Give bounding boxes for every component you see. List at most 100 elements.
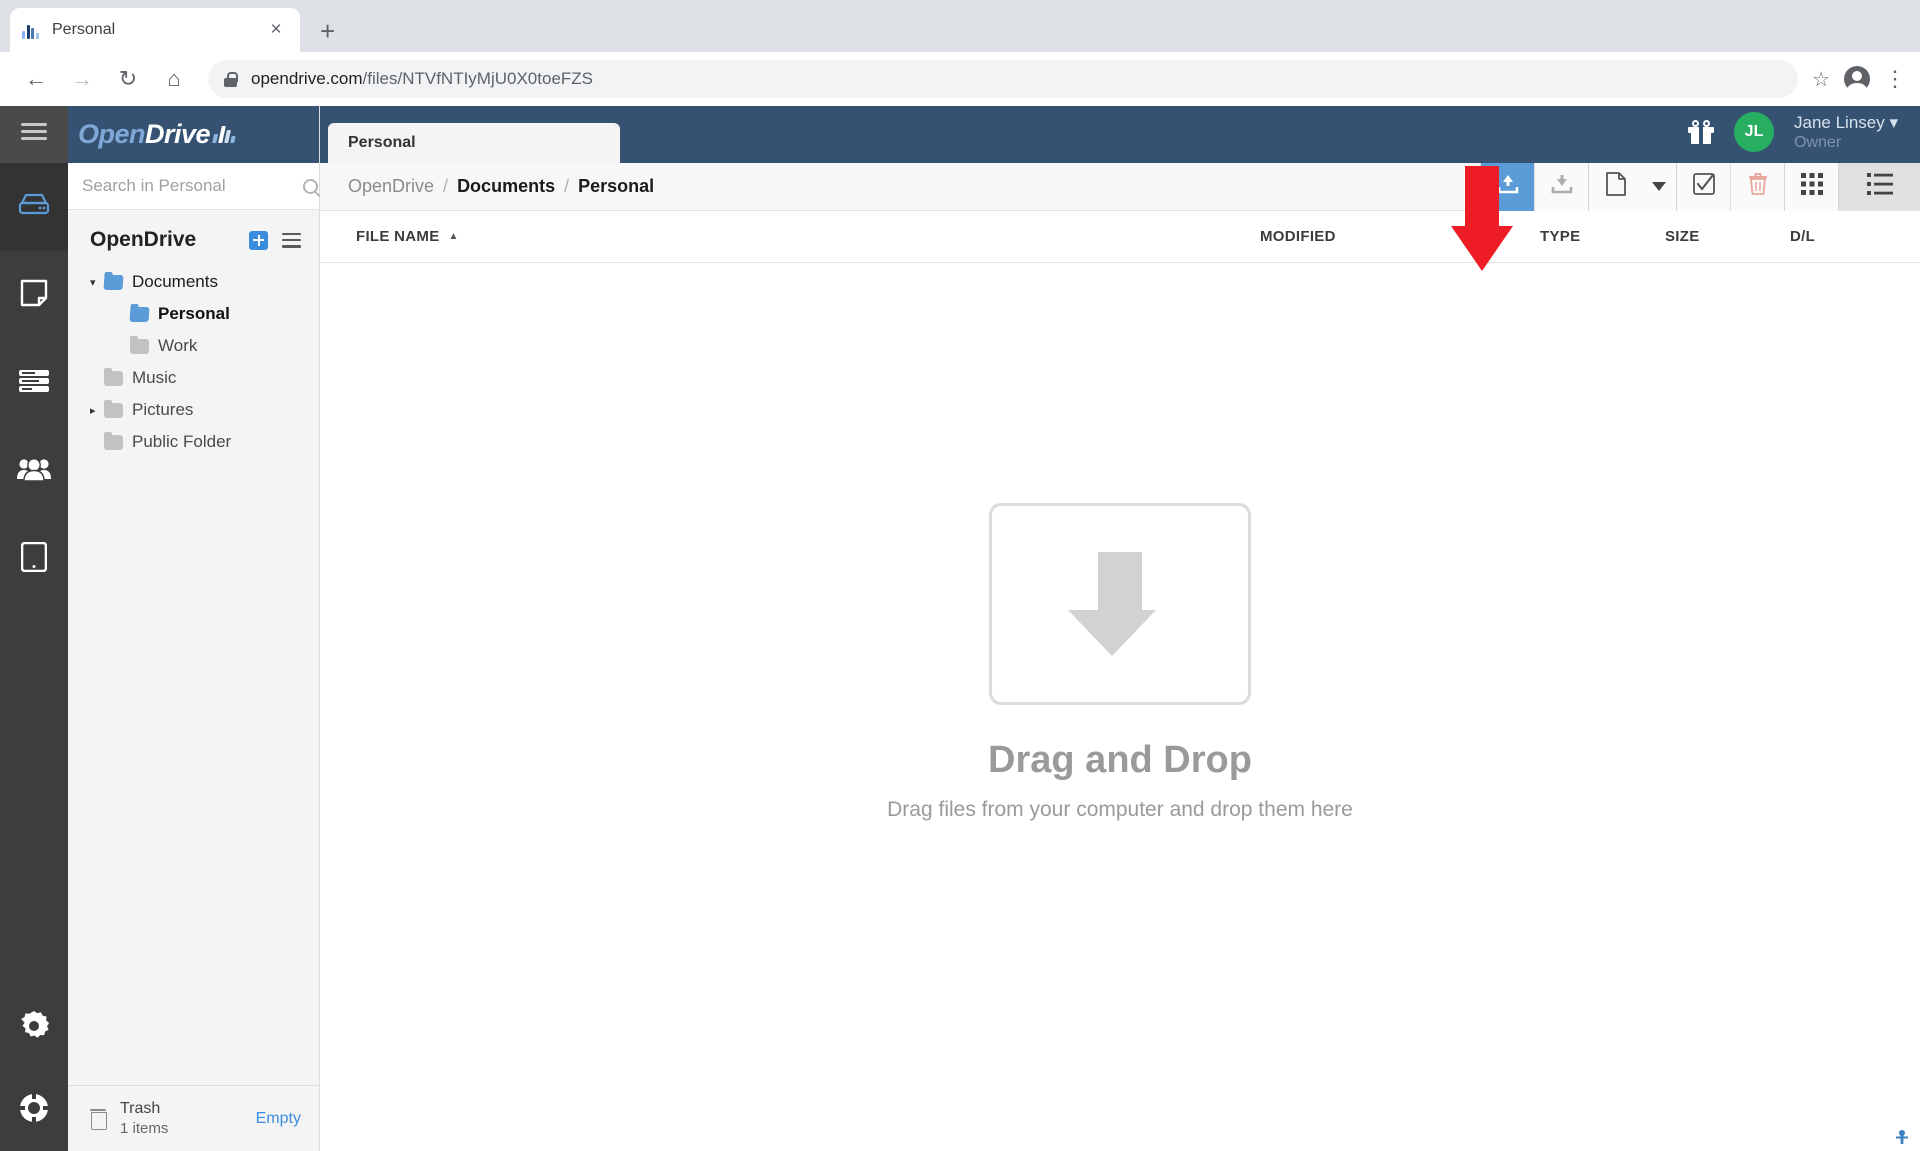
column-header-type[interactable]: TYPE [1540, 228, 1665, 245]
rail-item-drive[interactable] [0, 163, 68, 251]
tree-item-personal[interactable]: Personal [68, 298, 319, 330]
folder-icon [130, 335, 149, 354]
sort-ascending-icon: ▲ [448, 231, 459, 242]
sidebar-header: OpenDrive [68, 210, 319, 266]
table-column-headers: FILE NAME ▲ MODIFIED TYPE SIZE D/L [320, 211, 1920, 263]
folder-icon [129, 306, 150, 322]
users-icon [17, 457, 51, 486]
list-icon [1866, 173, 1893, 200]
caret-collapsed-icon[interactable]: ▸ [90, 404, 104, 417]
folder-icon [103, 274, 124, 290]
sidebar-menu-icon[interactable] [282, 232, 301, 248]
rail-item-notes[interactable] [0, 251, 68, 339]
rail-menu-button[interactable] [0, 106, 68, 163]
tree-item-public-folder[interactable]: Public Folder [68, 426, 319, 458]
reload-icon[interactable]: ↻ [108, 59, 148, 99]
logo-drive: Drive [145, 119, 211, 149]
new-tab-button[interactable]: + [320, 18, 335, 44]
logo-open: Open [78, 119, 146, 149]
tree-item-documents[interactable]: ▾ Documents [68, 266, 319, 298]
user-name: Jane Linsey ▾ [1794, 112, 1898, 132]
rail-item-devices[interactable] [0, 515, 68, 603]
tree-item-label: Personal [158, 304, 230, 323]
forward-icon[interactable]: → [62, 59, 102, 99]
avatar[interactable]: JL [1734, 112, 1775, 153]
breadcrumb-separator: / [443, 176, 449, 196]
address-bar-url: opendrive.com/files/NTVfNTIyMjU0X0toeFZS [251, 69, 593, 89]
chevron-down-icon [1652, 178, 1666, 196]
trash-icon [90, 1109, 107, 1130]
tree-item-music[interactable]: Music [68, 362, 319, 394]
lock-icon [224, 71, 238, 87]
add-folder-icon[interactable] [249, 230, 268, 250]
folder-icon [104, 367, 123, 386]
sidebar-search[interactable] [68, 163, 319, 210]
drop-zone-subtitle: Drag files from your computer and drop t… [887, 797, 1353, 821]
delete-button[interactable] [1730, 162, 1784, 211]
checkbox-icon [1692, 173, 1715, 200]
list-view-button[interactable] [1838, 162, 1920, 211]
folder-icon [104, 399, 123, 418]
grid-view-button[interactable] [1784, 162, 1838, 211]
drop-zone-title: Drag and Drop [988, 738, 1252, 781]
bookmark-star-icon[interactable]: ☆ [1812, 67, 1830, 92]
tab-personal[interactable]: Personal [328, 123, 620, 163]
rail-item-contacts[interactable] [0, 427, 68, 515]
browser-menu-icon[interactable]: ⋮ [1884, 68, 1906, 91]
tree-item-label: Work [158, 336, 198, 355]
gear-icon [19, 1010, 50, 1046]
lifebuoy-icon [19, 1092, 49, 1128]
column-header-name-label: FILE NAME [356, 228, 440, 245]
new-file-button[interactable] [1588, 162, 1642, 211]
close-icon[interactable]: × [264, 19, 288, 41]
back-icon[interactable]: ← [16, 59, 56, 99]
column-header-modified[interactable]: MODIFIED [1260, 228, 1540, 245]
new-file-dropdown[interactable] [1642, 162, 1676, 211]
trash-info: Trash 1 items [120, 1098, 242, 1140]
address-bar[interactable]: opendrive.com/files/NTVfNTIyMjU0X0toeFZS [208, 60, 1799, 98]
breadcrumb-item-opendrive[interactable]: OpenDrive [348, 176, 434, 197]
tablet-icon [20, 541, 48, 577]
column-header-name[interactable]: FILE NAME ▲ [356, 228, 1260, 245]
download-icon [1551, 174, 1573, 199]
browser-profile-icon[interactable] [1844, 66, 1870, 97]
logo-bars-icon [212, 126, 238, 143]
breadcrumb-separator: / [564, 176, 570, 196]
breadcrumb-item-personal[interactable]: Personal [578, 176, 654, 197]
url-path: /files/NTVfNTIyMjU0X0toeFZS [362, 69, 594, 88]
drop-zone-box [989, 502, 1251, 705]
download-button[interactable] [1534, 162, 1588, 211]
home-icon[interactable]: ⌂ [154, 59, 194, 99]
file-toolbar [1480, 162, 1920, 211]
column-header-dl[interactable]: D/L [1790, 228, 1920, 245]
main-content: Personal JL Jane Linsey ▾ Owner OpenDriv… [320, 106, 1920, 1151]
tree-item-label: Public Folder [132, 432, 232, 451]
hamburger-icon [21, 123, 47, 146]
user-menu[interactable]: Jane Linsey ▾ Owner [1794, 112, 1898, 153]
download-arrow-icon [1068, 551, 1156, 656]
gift-icon[interactable] [1688, 120, 1715, 145]
tree-item-label: Documents [132, 272, 218, 291]
select-all-button[interactable] [1676, 162, 1730, 211]
rail-item-settings[interactable] [0, 987, 68, 1069]
breadcrumb-item-documents[interactable]: Documents [457, 176, 555, 197]
upload-button[interactable] [1480, 162, 1534, 211]
folder-icon [104, 431, 123, 450]
tree-item-pictures[interactable]: ▸ Pictures [68, 394, 319, 426]
brand-logo[interactable]: OpenDrive [68, 106, 319, 163]
drive-icon [17, 192, 51, 223]
browser-tab[interactable]: Personal × [10, 8, 300, 52]
caret-expanded-icon[interactable]: ▾ [90, 276, 104, 289]
trash-section[interactable]: Trash 1 items Empty [68, 1085, 319, 1151]
search-icon[interactable] [303, 178, 318, 194]
drop-zone[interactable]: Drag and Drop Drag files from your compu… [320, 263, 1920, 1151]
tree-item-work[interactable]: Work [68, 330, 319, 362]
column-header-size[interactable]: SIZE [1665, 228, 1790, 245]
search-input[interactable] [82, 176, 303, 196]
rail-item-tasks[interactable] [0, 339, 68, 427]
folder-tree: ▾ Documents Personal Work Music ▸ Pictures Publ… [68, 266, 319, 468]
header-right: JL Jane Linsey ▾ Owner [1688, 112, 1920, 163]
sidebar: OpenDrive OpenDrive ▾ Documents Personal Wo… [68, 106, 320, 1151]
rail-item-support[interactable] [0, 1069, 68, 1151]
empty-trash-button[interactable]: Empty [256, 1110, 301, 1128]
